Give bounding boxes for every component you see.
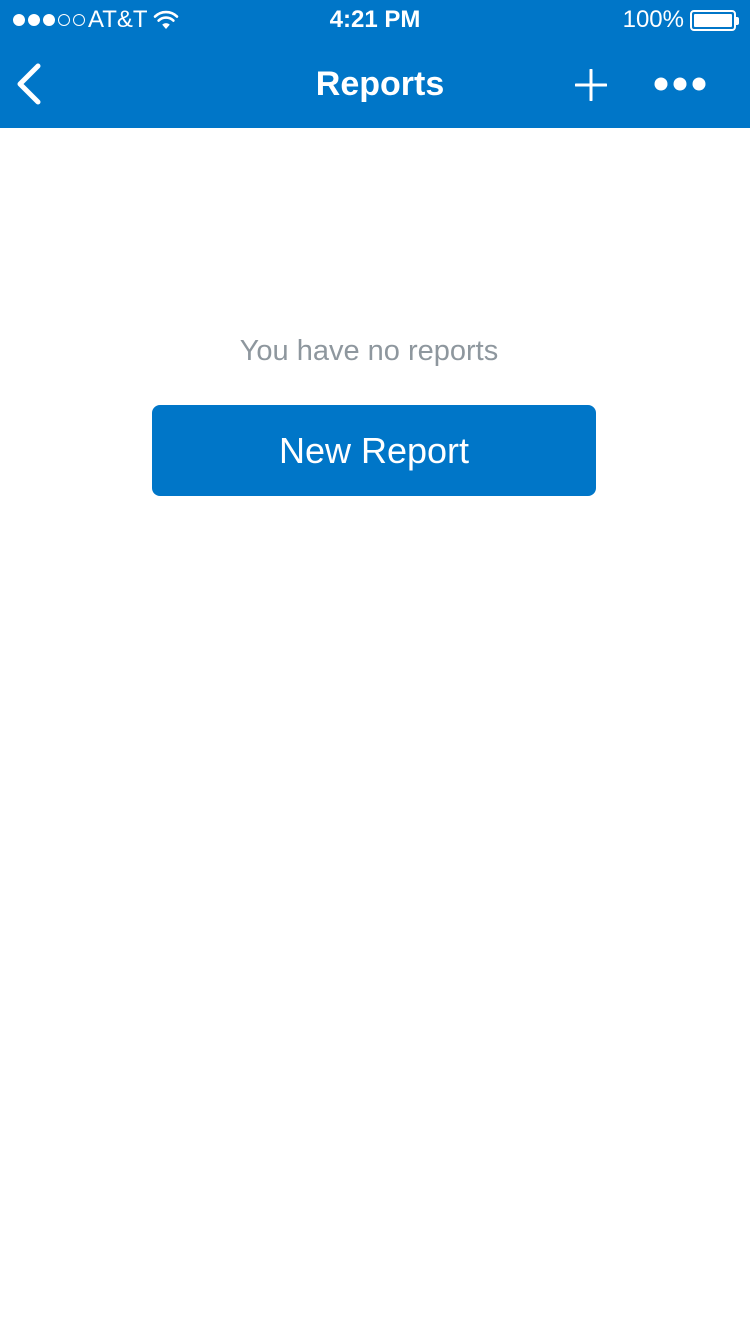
add-report-button[interactable]: [566, 60, 616, 110]
more-options-button[interactable]: [650, 64, 712, 104]
battery-icon: [690, 10, 736, 31]
new-report-button[interactable]: New Report: [152, 405, 596, 496]
battery-percent: 100%: [622, 6, 684, 33]
empty-state-message: You have no reports: [239, 335, 499, 367]
ellipsis-icon: [654, 77, 706, 91]
plus-icon: [575, 69, 607, 101]
page-title: Reports: [315, 65, 445, 103]
battery-tip: [736, 17, 739, 25]
new-report-button-label: New Report: [278, 429, 470, 471]
top-bar: AT&T 4:21 PM 100% Reports: [0, 0, 750, 128]
status-bar: AT&T 4:21 PM 100%: [0, 0, 750, 40]
